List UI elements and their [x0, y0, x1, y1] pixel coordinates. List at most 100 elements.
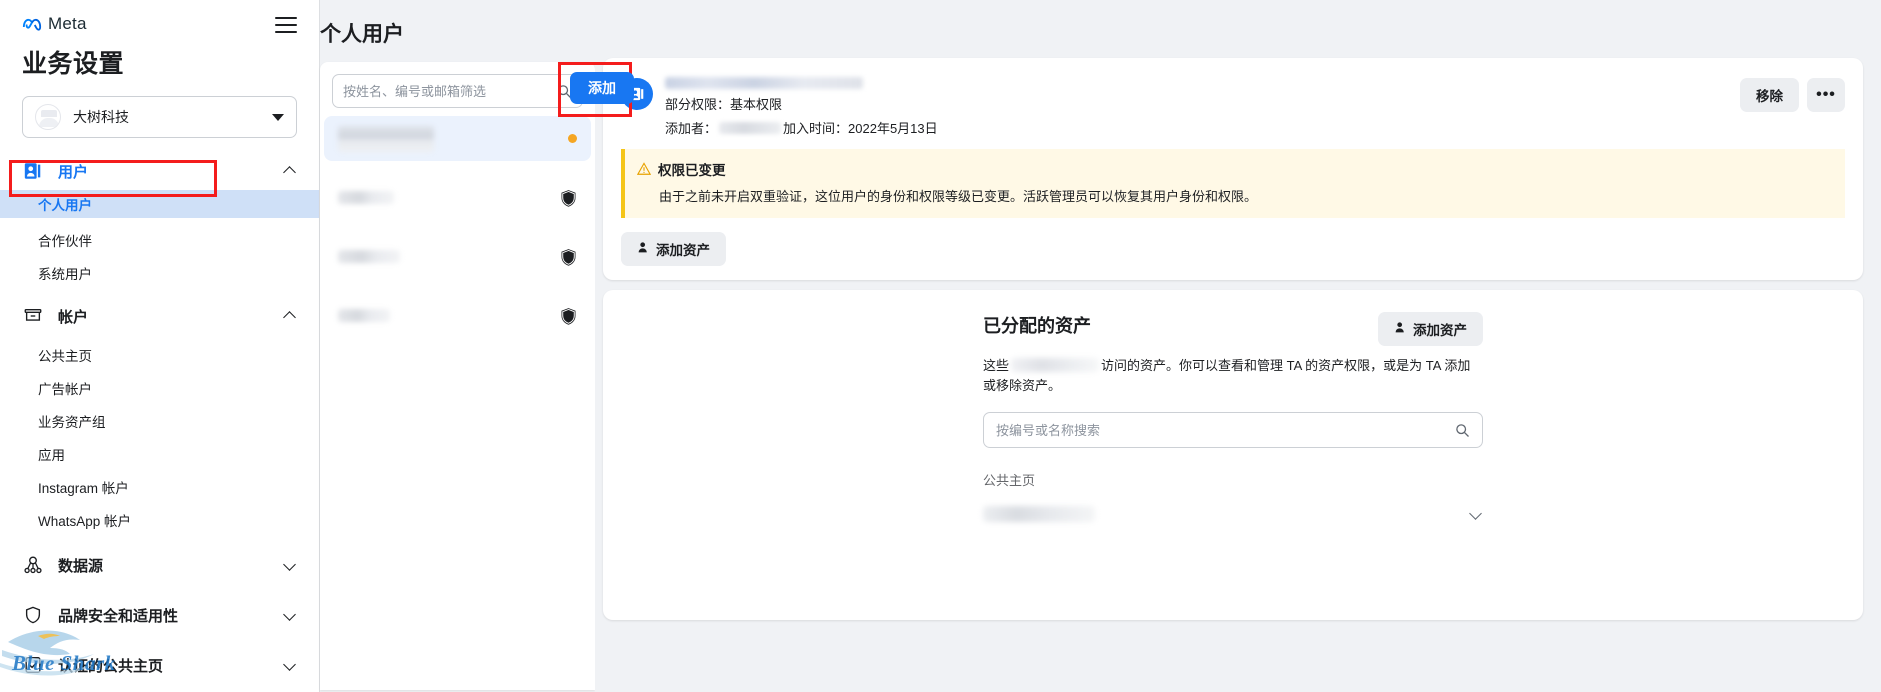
- hamburger-menu-icon[interactable]: [275, 17, 297, 33]
- sidebar-item-label: 合作伙伴: [38, 234, 92, 249]
- sidebar-item-label: 公共主页: [38, 349, 92, 364]
- middle-column: 个人用户: [320, 0, 595, 692]
- redacted-asset-name: [983, 506, 1095, 523]
- sidebar-item-partners[interactable]: 合作伙伴: [0, 226, 319, 254]
- asset-search-input[interactable]: [996, 422, 1455, 438]
- business-avatar-icon: [35, 104, 61, 130]
- sidebar-item-ad-accounts[interactable]: 广告帐户: [0, 374, 319, 402]
- add-asset-button-secondary[interactable]: 添加资产: [1378, 312, 1483, 347]
- assigned-assets-description: 这些 访问的资产。你可以查看和管理 TA 的资产权限，或是为 TA 添加或移除资产…: [983, 356, 1483, 396]
- list-item[interactable]: [324, 116, 591, 161]
- business-selector[interactable]: 大树科技: [22, 96, 297, 138]
- sidebar-group-verified-pages[interactable]: 认证的公共主页: [0, 646, 319, 684]
- assigned-assets-header: 已分配的资产 添加资产: [983, 312, 1483, 347]
- main-column: 部分权限：基本权限 添加者： 加入时间： 2022年5月13日 移除 ••• 权…: [595, 0, 1881, 692]
- joined-date: 2022年5月13日: [848, 121, 938, 136]
- business-name: 大树科技: [73, 109, 129, 125]
- meta-logo: Meta: [22, 14, 87, 34]
- status-dot-icon: [568, 134, 577, 143]
- more-options-button[interactable]: •••: [1807, 78, 1845, 112]
- sidebar-item-label: 系统用户: [38, 267, 92, 282]
- user-permission-line: 部分权限：基本权限: [665, 97, 783, 112]
- permission-changed-banner: 权限已变更 由于之前未开启双重验证，这位用户的身份和权限等级已变更。活跃管理员可…: [621, 149, 1845, 219]
- add-asset-label: 添加资产: [656, 243, 710, 259]
- sidebar-item-label: 个人用户: [38, 198, 92, 213]
- add-asset-button[interactable]: 添加资产: [621, 232, 726, 267]
- sidebar-item-label: 应用: [38, 448, 65, 463]
- sidebar-group-users[interactable]: 用户: [0, 152, 319, 190]
- asset-row[interactable]: [983, 497, 1483, 531]
- sidebar-item-label: Instagram 帐户: [38, 481, 129, 496]
- users-list-card: [320, 62, 595, 690]
- shield-icon: [22, 604, 44, 626]
- add-user-button-wrap: 添加: [570, 72, 634, 104]
- add-person-icon: [637, 241, 650, 257]
- remove-user-button[interactable]: 移除: [1740, 78, 1799, 112]
- assets-search-box[interactable]: [983, 412, 1483, 449]
- user-detail-card: 部分权限：基本权限 添加者： 加入时间： 2022年5月13日 移除 ••• 权…: [603, 58, 1863, 281]
- sidebar-group-data-sources[interactable]: 数据源: [0, 546, 319, 584]
- sidebar-item-whatsapp-accounts[interactable]: WhatsApp 帐户: [0, 506, 319, 534]
- archive-box-icon: [22, 305, 44, 327]
- shield-check-icon: [560, 248, 577, 266]
- row-status: [560, 248, 577, 266]
- meta-infinity-logo-icon: [22, 17, 42, 31]
- sidebar-group-brand-safety[interactable]: 品牌安全和适用性: [0, 596, 319, 634]
- sidebar-item-instagram-accounts[interactable]: Instagram 帐户: [0, 473, 319, 501]
- sidebar-group-accounts[interactable]: 帐户: [0, 297, 319, 335]
- sidebar-item-system-users[interactable]: 系统用户: [0, 259, 319, 287]
- redacted-user-name: [338, 191, 394, 204]
- list-item[interactable]: [324, 234, 591, 279]
- add-asset-label: 添加资产: [1413, 323, 1467, 339]
- page-title: 个人用户: [320, 23, 404, 46]
- sidebar-subitems-users: 个人用户 合作伙伴 系统用户: [0, 190, 319, 287]
- sidebar-group-label: 认证的公共主页: [58, 657, 164, 675]
- caret-down-icon: [272, 113, 284, 121]
- sidebar-item-apps[interactable]: 应用: [0, 440, 319, 468]
- assigned-assets-title: 已分配的资产: [983, 316, 1091, 337]
- sidebar-item-personal-users[interactable]: 个人用户: [0, 190, 319, 218]
- list-item[interactable]: [324, 293, 591, 338]
- left-sidebar: Meta 业务设置 大树科技 用户 个人用户 合作伙伴 系统用户 帐户 公共主页…: [0, 0, 320, 692]
- sidebar-group-label: 帐户: [58, 308, 89, 326]
- users-search-box[interactable]: [332, 74, 583, 108]
- description-prefix: 这些: [983, 358, 1010, 374]
- sidebar-group-label: 用户: [58, 163, 89, 181]
- sidebar-group-label: 数据源: [58, 557, 104, 575]
- redacted-user-name: [338, 250, 400, 263]
- list-item[interactable]: [324, 175, 591, 220]
- sidebar-item-business-asset-groups[interactable]: 业务资产组: [0, 407, 319, 435]
- asset-group-label: 公共主页: [983, 473, 1036, 489]
- assigned-assets-inner: 已分配的资产 添加资产 这些 访问的资产。你可以查看和管理 TA 的资产权限，或是…: [983, 312, 1483, 531]
- search-icon[interactable]: [1455, 423, 1470, 438]
- redacted-user-name: [338, 309, 390, 322]
- chevron-down-icon: [284, 659, 297, 672]
- ellipsis-icon: •••: [1816, 86, 1836, 103]
- joined-label: 加入时间：: [783, 121, 849, 136]
- added-by-label: 添加者：: [665, 121, 718, 136]
- add-button[interactable]: 添加: [570, 72, 634, 104]
- users-filter-row: [320, 62, 595, 108]
- chevron-down-icon[interactable]: [1469, 507, 1483, 521]
- verified-page-icon: [22, 654, 44, 676]
- search-input[interactable]: [343, 83, 557, 99]
- user-detail-actions: 移除 •••: [1740, 78, 1845, 112]
- redacted-added-by-name: [719, 121, 782, 134]
- user-detail-header: 部分权限：基本权限 添加者： 加入时间： 2022年5月13日 移除 •••: [603, 58, 1863, 145]
- sidebar-item-label: 业务资产组: [38, 415, 106, 430]
- row-status: [560, 307, 577, 325]
- banner-title-row: 权限已变更: [636, 159, 1831, 179]
- sidebar-group-label: 品牌安全和适用性: [58, 607, 179, 625]
- middle-title-wrap: 个人用户: [320, 0, 595, 48]
- warning-triangle-icon: [636, 162, 652, 176]
- sidebar-subitems-accounts: 公共主页 广告帐户 业务资产组 应用 Instagram 帐户 WhatsApp…: [0, 335, 319, 534]
- brand-name: Meta: [48, 14, 87, 33]
- sidebar-item-pages[interactable]: 公共主页: [0, 341, 319, 369]
- redacted-description-part: [1011, 358, 1100, 373]
- chevron-up-icon: [284, 165, 297, 178]
- sidebar-nav: 用户 个人用户 合作伙伴 系统用户 帐户 公共主页 广告帐户 业务资产组 应用 …: [0, 152, 319, 684]
- banner-body: 由于之前未开启双重验证，这位用户的身份和权限等级已变更。活跃管理员可以恢复其用户…: [659, 189, 1258, 204]
- user-added-joined-line: 添加者： 加入时间： 2022年5月13日: [665, 118, 1740, 137]
- sidebar-item-label: WhatsApp 帐户: [38, 514, 132, 529]
- redacted-user-name: [665, 77, 863, 89]
